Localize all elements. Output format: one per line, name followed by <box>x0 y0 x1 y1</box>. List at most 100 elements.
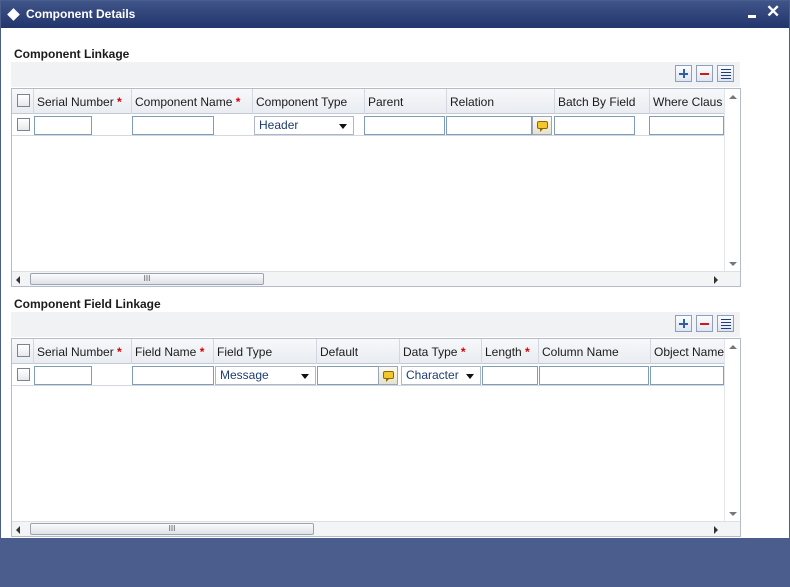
column-label: Serial Number <box>37 95 114 109</box>
column-label: Default <box>320 345 359 359</box>
field-type-select[interactable]: Message <box>215 366 316 385</box>
component-type-value: Header <box>259 118 299 132</box>
column-header[interactable]: Where Claus <box>649 89 724 114</box>
component-name-input[interactable] <box>132 116 214 135</box>
list-icon-line <box>721 72 731 73</box>
column-header[interactable]: Component Type <box>252 89 364 114</box>
vertical-scrollbar[interactable] <box>724 339 740 522</box>
column-header[interactable]: Serial Number * <box>33 339 131 364</box>
row-checkbox[interactable] <box>17 118 30 131</box>
column-label: Component Type <box>256 95 348 109</box>
scroll-right-icon[interactable] <box>714 526 718 534</box>
default-lov-button[interactable] <box>378 366 398 385</box>
where-clause-input[interactable] <box>649 116 724 135</box>
list-icon-line <box>721 325 731 326</box>
column-header[interactable]: Serial Number * <box>33 89 131 114</box>
column-header[interactable]: Column Name <box>538 339 650 364</box>
list-icon <box>721 69 731 70</box>
minus-icon <box>700 73 709 75</box>
scroll-up-icon[interactable] <box>729 95 737 99</box>
plus-icon-stem <box>683 319 685 328</box>
column-label: Where Claus <box>653 95 723 109</box>
footer-bar <box>1 538 789 586</box>
column-header[interactable]: Field Type <box>213 339 316 364</box>
component-type-select[interactable]: Header <box>254 116 354 135</box>
add-row-button[interactable] <box>675 65 692 82</box>
table-row: Header <box>12 114 724 136</box>
parent-input[interactable] <box>364 116 445 135</box>
component-linkage-title: Component Linkage <box>14 47 130 61</box>
column-label: Field Type <box>217 345 273 359</box>
scroll-right-icon[interactable] <box>714 276 718 284</box>
select-all-checkbox[interactable] <box>17 344 30 357</box>
field-name-input[interactable] <box>132 366 214 385</box>
list-icon-line <box>721 328 731 329</box>
component-field-linkage-toolbar <box>11 312 740 337</box>
data-type-select[interactable]: Character <box>401 366 481 385</box>
horizontal-scrollbar[interactable]: III <box>12 521 740 536</box>
default-input[interactable] <box>317 366 379 385</box>
chevron-down-icon <box>339 124 347 129</box>
length-input[interactable] <box>482 366 538 385</box>
close-icon[interactable]: ✕ <box>766 3 780 21</box>
batch-by-field-input[interactable] <box>554 116 635 135</box>
column-label: Data Type <box>403 345 458 359</box>
component-field-linkage-title: Component Field Linkage <box>14 297 161 311</box>
scroll-thumb[interactable]: III <box>30 523 314 535</box>
column-header[interactable]: Component Name * <box>131 89 252 114</box>
scroll-left-icon[interactable] <box>16 276 20 284</box>
single-view-button[interactable] <box>717 315 734 332</box>
required-marker: * <box>235 95 241 109</box>
column-header[interactable]: Length * <box>481 339 538 364</box>
delete-row-button[interactable] <box>696 65 713 82</box>
component-details-window: Component Details ✕ Component Linkage Se… <box>0 0 790 587</box>
serial-number-input[interactable] <box>34 116 92 135</box>
column-header[interactable]: Field Name * <box>131 339 213 364</box>
column-name-input[interactable] <box>539 366 649 385</box>
column-header[interactable]: Parent <box>364 89 446 114</box>
column-header[interactable]: Default <box>316 339 399 364</box>
minimize-icon[interactable] <box>748 15 756 18</box>
list-icon-line <box>721 75 731 76</box>
column-header[interactable]: Data Type * <box>399 339 481 364</box>
vertical-scrollbar[interactable] <box>724 89 740 272</box>
required-marker: * <box>117 345 122 359</box>
scroll-left-icon[interactable] <box>16 526 20 534</box>
list-icon-line <box>721 322 731 323</box>
scroll-up-icon[interactable] <box>729 345 737 349</box>
window-diamond-icon <box>7 8 20 21</box>
required-marker: * <box>525 345 530 359</box>
single-view-button[interactable] <box>717 65 734 82</box>
column-header[interactable]: Batch By Field <box>554 89 649 114</box>
required-marker: * <box>460 345 466 359</box>
relation-input[interactable] <box>446 116 532 135</box>
speech-bubble-icon <box>537 121 548 132</box>
column-label: Batch By Field <box>558 95 636 109</box>
column-label: Serial Number <box>37 345 114 359</box>
column-label: Parent <box>368 95 404 109</box>
horizontal-scrollbar[interactable]: III <box>12 271 740 286</box>
delete-row-button[interactable] <box>696 315 713 332</box>
column-label: Object Name <box>654 345 724 359</box>
grid-header: Serial Number * Component Name * Compone… <box>12 89 724 114</box>
serial-number-input[interactable] <box>34 366 92 385</box>
component-linkage-toolbar <box>11 62 740 87</box>
column-header[interactable]: Relation <box>446 89 554 114</box>
scroll-thumb[interactable]: III <box>30 273 264 285</box>
row-checkbox[interactable] <box>17 368 30 381</box>
scroll-down-icon[interactable] <box>729 512 737 516</box>
column-header[interactable]: Object Name <box>650 339 724 364</box>
scroll-down-icon[interactable] <box>729 262 737 266</box>
title-bar: Component Details ✕ <box>1 1 789 28</box>
required-marker: * <box>117 95 122 109</box>
column-label: Column Name <box>542 345 619 359</box>
object-name-input[interactable] <box>650 366 724 385</box>
data-type-value: Character <box>406 368 459 382</box>
column-label: Relation <box>450 95 495 109</box>
component-linkage-grid: Serial Number * Component Name * Compone… <box>11 88 741 287</box>
column-label: Component Name <box>135 95 233 109</box>
add-row-button[interactable] <box>675 315 692 332</box>
relation-lov-button[interactable] <box>532 116 552 135</box>
select-all-checkbox[interactable] <box>17 94 30 107</box>
list-icon-line <box>721 78 731 79</box>
